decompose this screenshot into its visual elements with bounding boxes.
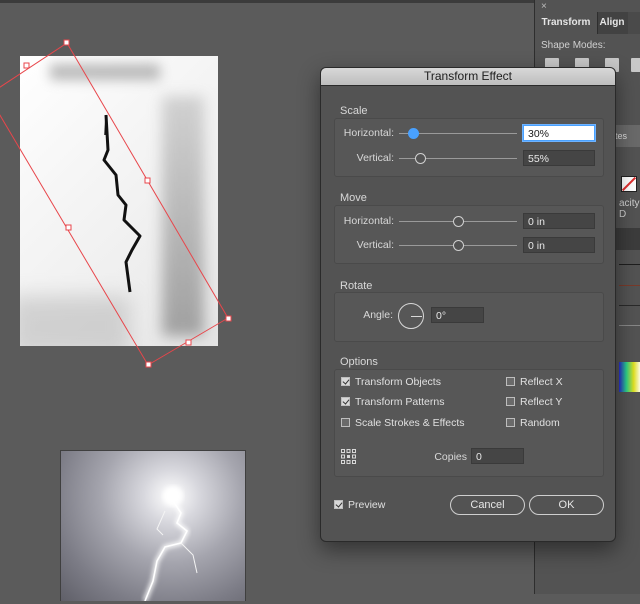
scale-horizontal-label: Horizontal:	[343, 127, 394, 139]
stroke-line-d	[619, 325, 640, 326]
exclude-icon[interactable]	[631, 58, 640, 72]
transform-objects-box[interactable]	[341, 377, 350, 386]
transform-objects-checkbox[interactable]: Transform Objects	[341, 376, 441, 388]
move-horizontal-label: Horizontal:	[343, 215, 394, 227]
handle-left	[65, 224, 72, 231]
move-group-label: Move	[340, 192, 367, 204]
cancel-button[interactable]: Cancel	[450, 495, 525, 515]
move-horizontal-knob[interactable]	[453, 216, 464, 227]
tab-pathfinder[interactable]	[628, 12, 640, 34]
handle-top	[63, 39, 70, 46]
random-checkbox[interactable]: Random	[506, 417, 560, 429]
lightning-crack	[102, 114, 142, 293]
scale-strokes-checkbox[interactable]: Scale Strokes & Effects	[341, 417, 465, 429]
random-label: Random	[520, 417, 560, 429]
scale-vertical-input[interactable]: 55%	[523, 150, 595, 166]
transform-patterns-checkbox[interactable]: Transform Patterns	[341, 396, 444, 408]
reflect-x-label: Reflect X	[520, 376, 563, 388]
rotate-group-label: Rotate	[340, 280, 373, 292]
transform-objects-label: Transform Objects	[355, 376, 441, 388]
preview-label: Preview	[348, 499, 386, 511]
angle-dial-icon[interactable]	[398, 303, 424, 329]
reflect-x-checkbox[interactable]: Reflect X	[506, 376, 563, 388]
panel-close-icon[interactable]: ×	[541, 1, 547, 12]
handle-bottom-left	[145, 361, 152, 368]
ok-button[interactable]: OK	[529, 495, 604, 515]
lightning-crack-thin	[104, 114, 107, 136]
stroke-line-b	[619, 285, 640, 286]
tab-transform[interactable]: Transform	[535, 12, 598, 34]
move-vertical-input[interactable]: 0 in	[523, 237, 595, 253]
panel-tab-bar: Transform Align	[535, 12, 640, 34]
selection-overlay	[0, 39, 232, 368]
handle-right	[144, 177, 151, 184]
scale-strokes-label: Scale Strokes & Effects	[355, 417, 465, 429]
transform-effect-dialog: Transform Effect Scale Horizontal: 30% V…	[320, 67, 616, 542]
copies-input[interactable]: 0	[471, 448, 524, 464]
random-box[interactable]	[506, 418, 515, 427]
dialog-title[interactable]: Transform Effect	[321, 68, 615, 86]
glowing-lightning	[143, 486, 198, 602]
move-horizontal-input[interactable]: 0 in	[523, 213, 595, 229]
preview-thumbnail	[60, 450, 246, 602]
opacity-label: acity: D	[619, 198, 640, 220]
scale-vertical-label: Vertical:	[356, 152, 394, 164]
panel-dark-strip	[615, 228, 640, 250]
scale-group-label: Scale	[340, 105, 368, 117]
transform-patterns-box[interactable]	[341, 397, 350, 406]
reflect-x-box[interactable]	[506, 377, 515, 386]
angle-label: Angle:	[363, 309, 393, 321]
reflect-y-checkbox[interactable]: Reflect Y	[506, 396, 562, 408]
scale-strokes-box[interactable]	[341, 418, 350, 427]
none-swatch-icon[interactable]	[621, 176, 637, 192]
transform-patterns-label: Transform Patterns	[355, 396, 445, 408]
handle-bottom-right	[225, 315, 232, 322]
scale-horizontal-input[interactable]: 30%	[523, 125, 595, 141]
tab-align[interactable]: Align	[598, 12, 626, 34]
reflect-y-label: Reflect Y	[520, 396, 563, 408]
stroke-line-c	[619, 305, 640, 306]
handle-bottom	[185, 339, 192, 346]
angle-input[interactable]: 0°	[431, 307, 484, 323]
preview-checkbox[interactable]: Preview	[334, 499, 385, 511]
stroke-line-a	[619, 264, 640, 265]
shape-modes-label: Shape Modes:	[541, 40, 606, 51]
copies-label: Copies	[434, 451, 467, 463]
transform-bounding-box	[0, 42, 229, 366]
handle-top-left	[23, 62, 30, 69]
color-spectrum[interactable]	[619, 362, 640, 392]
move-vertical-label: Vertical:	[356, 239, 394, 251]
options-group-label: Options	[340, 356, 378, 368]
move-vertical-knob[interactable]	[453, 240, 464, 251]
preview-box[interactable]	[334, 500, 343, 509]
reference-point-icon[interactable]	[341, 449, 356, 464]
reflect-y-box[interactable]	[506, 397, 515, 406]
